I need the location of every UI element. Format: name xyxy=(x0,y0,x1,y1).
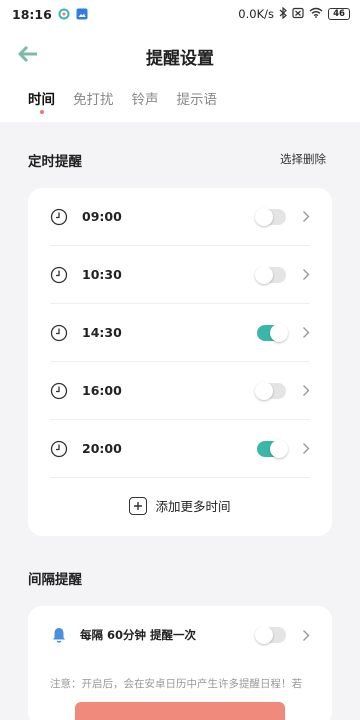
clock-icon xyxy=(50,324,68,341)
add-more-time-button[interactable]: 添加更多时间 xyxy=(28,496,332,515)
tab-bar: 时间 免打扰 铃声 提示语 xyxy=(28,88,218,114)
app-notification-icon xyxy=(58,8,70,20)
tab-label: 铃声 xyxy=(131,92,159,108)
chevron-right-icon xyxy=(303,443,310,454)
header: 提醒设置 时间 免打扰 铃声 提示语 xyxy=(0,28,360,122)
toggle-knob xyxy=(255,381,273,400)
chevron-right-icon xyxy=(303,327,310,338)
tab-ringtone[interactable]: 铃声 xyxy=(132,88,159,108)
toggle-knob xyxy=(270,439,288,458)
time-row[interactable]: 09:00 xyxy=(50,188,310,246)
reminder-toggle[interactable] xyxy=(255,265,286,284)
reminder-toggle[interactable] xyxy=(255,381,286,400)
bottom-action-button[interactable] xyxy=(75,702,285,720)
tab-label: 时间 xyxy=(28,92,55,108)
clock-icon xyxy=(50,382,68,399)
chevron-right-icon xyxy=(303,629,310,641)
reminder-time: 14:30 xyxy=(82,325,122,340)
toggle-knob xyxy=(255,265,273,284)
battery-level: 46 xyxy=(333,8,345,19)
toggle-knob xyxy=(270,323,288,342)
toggle-knob xyxy=(255,207,273,226)
bell-icon xyxy=(53,628,65,643)
chevron-right-icon xyxy=(303,269,310,280)
battery-icon: 46 xyxy=(328,8,350,20)
add-more-label: 添加更多时间 xyxy=(155,499,231,514)
status-bar: 18:16 0.0K/s 46 xyxy=(0,0,360,28)
time-row[interactable]: 10:30 xyxy=(50,246,310,304)
plus-icon xyxy=(129,496,148,515)
select-delete-button[interactable]: 选择删除 xyxy=(280,151,326,167)
sim-off-icon xyxy=(292,7,304,22)
interval-toggle[interactable] xyxy=(255,626,286,644)
scheduled-reminder-card: 09:00 10:30 14:30 16:00 20:00 添加更多时间 xyxy=(28,188,332,536)
clock-icon xyxy=(50,440,68,457)
bluetooth-icon xyxy=(279,6,287,22)
tab-label: 提示语 xyxy=(176,92,218,108)
time-row[interactable]: 14:30 xyxy=(50,304,310,362)
toggle-knob xyxy=(255,626,273,644)
tab-do-not-disturb[interactable]: 免打扰 xyxy=(73,88,114,108)
chevron-right-icon xyxy=(303,211,310,222)
interval-row[interactable]: 每隔 60分钟 提醒一次 xyxy=(50,620,310,650)
chevron-right-icon xyxy=(303,385,310,396)
gallery-notification-icon xyxy=(76,8,88,20)
tab-label: 免打扰 xyxy=(73,92,114,108)
reminder-toggle[interactable] xyxy=(257,439,288,458)
reminder-time: 16:00 xyxy=(82,383,122,398)
tab-prompt[interactable]: 提示语 xyxy=(177,88,218,108)
reminder-time: 10:30 xyxy=(82,267,122,282)
time-row[interactable]: 16:00 xyxy=(50,362,310,420)
reminder-toggle[interactable] xyxy=(255,207,286,226)
tab-time[interactable]: 时间 xyxy=(28,88,55,114)
interval-section-title: 间隔提醒 xyxy=(28,572,82,588)
wifi-icon xyxy=(309,7,323,21)
page-title: 提醒设置 xyxy=(146,49,214,69)
interval-note: 注意：开启后，会在安卓日历中产生许多提醒日程！若 xyxy=(50,678,302,690)
clock-icon xyxy=(50,266,68,283)
network-speed: 0.0K/s xyxy=(238,7,274,21)
reminder-time: 09:00 xyxy=(82,209,122,224)
interval-label: 每隔 60分钟 提醒一次 xyxy=(80,628,197,642)
status-right: 0.0K/s 46 xyxy=(238,6,350,22)
time-row[interactable]: 20:00 xyxy=(50,420,310,478)
reminder-toggle[interactable] xyxy=(257,323,288,342)
status-left: 18:16 xyxy=(12,7,88,22)
status-time: 18:16 xyxy=(12,6,52,22)
clock-icon xyxy=(50,208,68,225)
active-tab-indicator xyxy=(39,110,44,114)
scheduled-section-title: 定时提醒 xyxy=(28,154,82,170)
reminder-time: 20:00 xyxy=(82,441,122,456)
